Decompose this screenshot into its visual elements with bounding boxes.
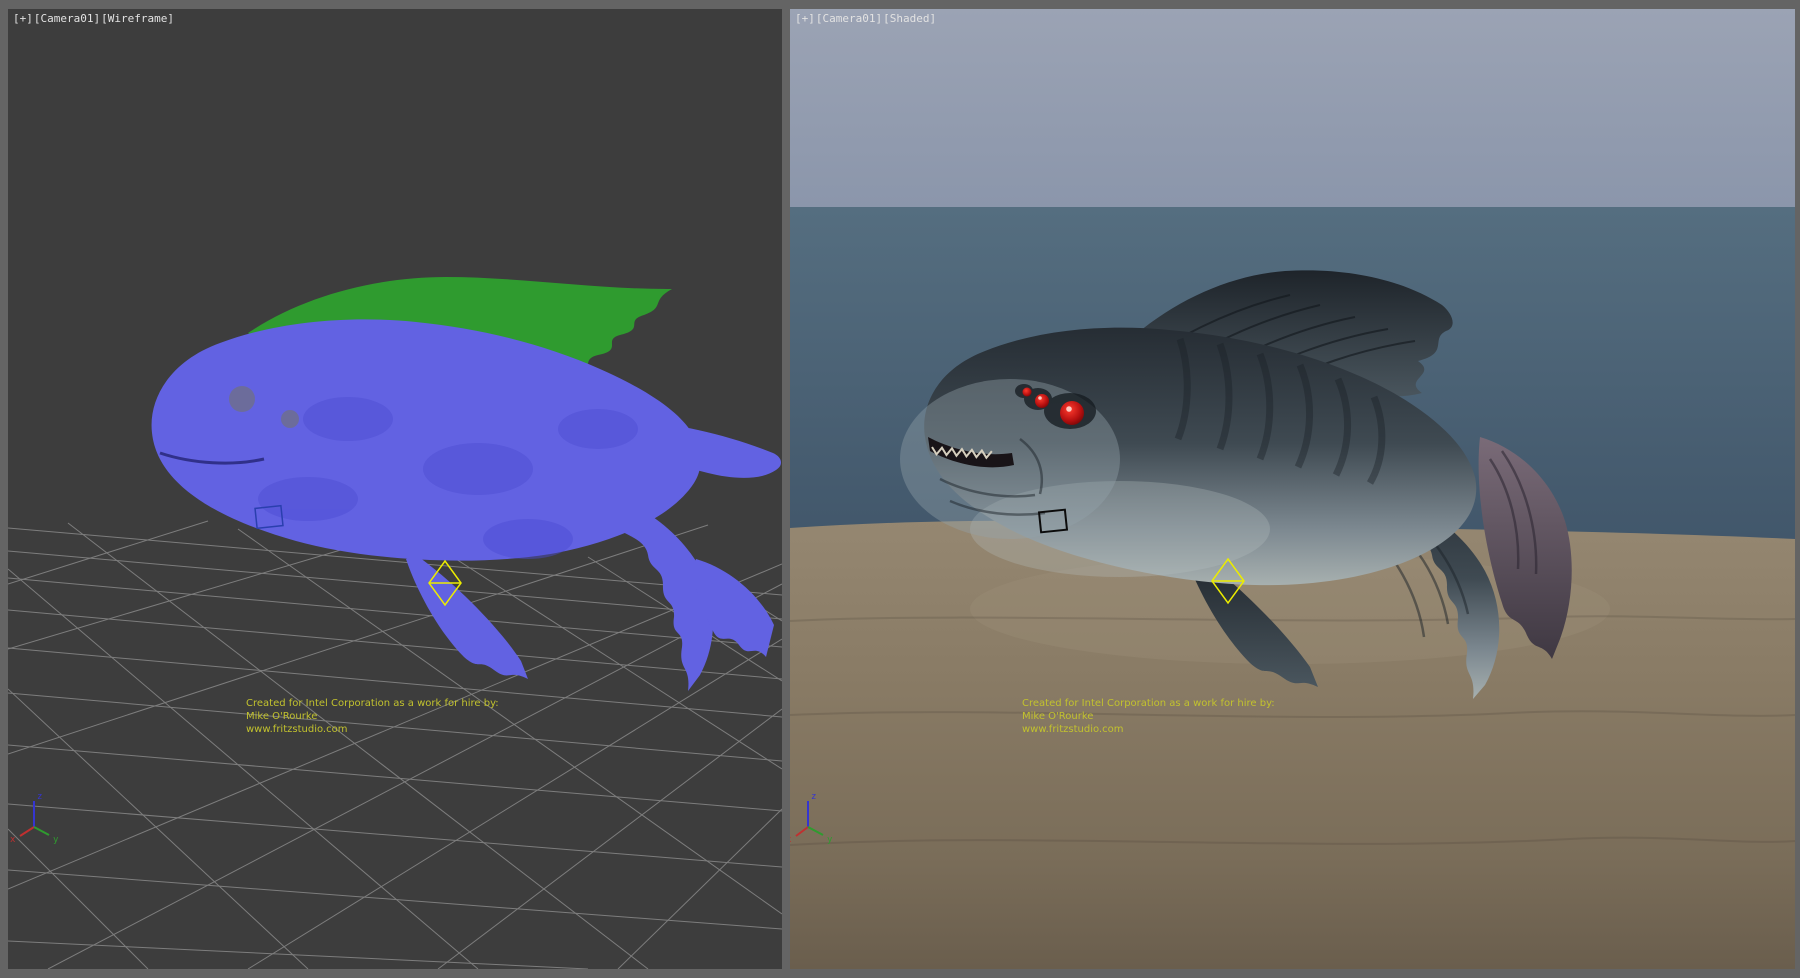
wireframe-scene: z x y [8,9,782,969]
viewport-menu-general[interactable]: [+] [13,12,33,25]
viewport-menu-camera[interactable]: [Camera01] [34,12,100,25]
viewport-menu-shading[interactable]: [Shaded] [883,12,936,25]
axis-tripod: z x y [10,792,59,845]
dual-viewport-stage: [+][Camera01][Wireframe] [0,0,1800,978]
viewport-shaded[interactable]: [+][Camera01][Shaded] [790,9,1795,969]
watermark: Created for Intel Corporation as a work … [1022,697,1275,736]
watermark-line2: Mike O'Rourke [246,710,499,723]
watermark-line3: www.fritzstudio.com [246,723,499,736]
watermark: Created for Intel Corporation as a work … [246,697,499,736]
watermark-line1: Created for Intel Corporation as a work … [1022,697,1275,710]
red-eye-medium [1035,394,1049,408]
sky [790,9,1795,207]
shaded-scene: z x y [790,9,1795,969]
viewport-wireframe[interactable]: [+][Camera01][Wireframe] [8,9,782,969]
viewport-menu-general[interactable]: [+] [795,12,815,25]
eye-glint-medium [1038,396,1042,400]
watermark-line1: Created for Intel Corporation as a work … [246,697,499,710]
viewport-label-left: [+][Camera01][Wireframe] [13,12,175,25]
watermark-line3: www.fritzstudio.com [1022,723,1275,736]
axis-label-z: z [811,792,816,802]
eye-left-small [281,410,299,428]
viewport-label-right: [+][Camera01][Shaded] [795,12,937,25]
viewport-menu-shading[interactable]: [Wireframe] [101,12,174,25]
axis-label-x: x [10,835,16,845]
axis-label-z: z [37,792,42,802]
red-eye-small [1023,388,1032,397]
red-eye-large [1060,401,1084,425]
axis-label-y: y [53,835,59,845]
eye-left-large [229,386,255,412]
eye-glint-large [1066,406,1072,412]
watermark-line2: Mike O'Rourke [1022,710,1275,723]
axis-label-y: y [827,835,833,845]
viewport-menu-camera[interactable]: [Camera01] [816,12,882,25]
